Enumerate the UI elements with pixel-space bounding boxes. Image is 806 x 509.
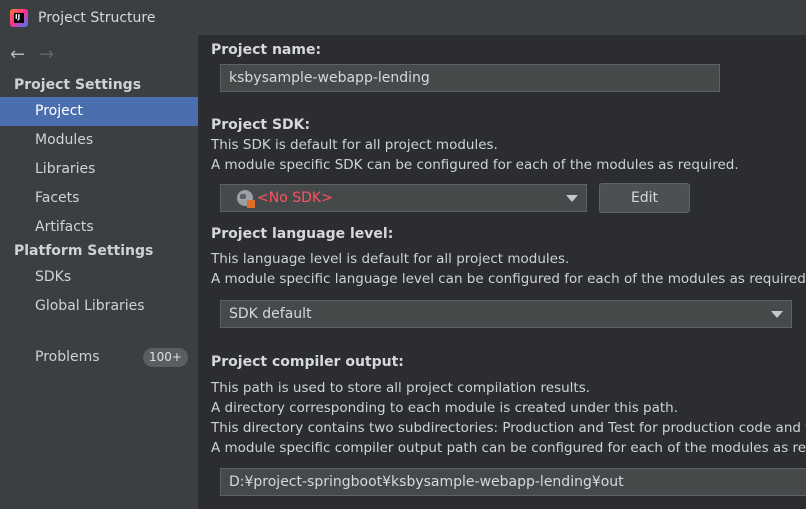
edit-sdk-button[interactable]: Edit bbox=[599, 183, 690, 213]
sidebar-item-global-libraries[interactable]: Global Libraries bbox=[0, 292, 198, 321]
back-arrow-icon[interactable]: ← bbox=[10, 44, 25, 65]
compiler-description-4: A module specific compiler output path c… bbox=[211, 440, 806, 456]
project-name-input[interactable]: ksbysample-webapp-lending bbox=[220, 64, 720, 92]
project-name-value: ksbysample-webapp-lending bbox=[229, 70, 430, 86]
sidebar-item-project[interactable]: Project bbox=[0, 97, 198, 126]
sdk-combobox[interactable]: <No SDK> bbox=[220, 184, 587, 212]
language-level-combobox[interactable]: SDK default bbox=[220, 300, 792, 328]
compiler-output-label: Project compiler output: bbox=[211, 354, 404, 370]
project-sdk-label: Project SDK: bbox=[211, 117, 311, 133]
problems-label: Problems bbox=[35, 349, 100, 365]
language-level-value: SDK default bbox=[229, 306, 312, 322]
compiler-description-2: A directory corresponding to each module… bbox=[211, 400, 679, 416]
compiler-description-1: This path is used to store all project c… bbox=[211, 380, 591, 396]
project-name-label: Project name: bbox=[211, 42, 322, 58]
language-description-1: This language level is default for all p… bbox=[211, 251, 570, 267]
sidebar-item-problems[interactable]: Problems 100+ bbox=[0, 343, 198, 372]
sidebar-item-facets[interactable]: Facets bbox=[0, 184, 198, 213]
edit-button-label: Edit bbox=[630, 190, 659, 206]
group-platform-settings: Platform Settings bbox=[14, 243, 154, 259]
title-bar: IJ Project Structure bbox=[0, 0, 806, 35]
language-level-label: Project language level: bbox=[211, 226, 394, 242]
chevron-down-icon bbox=[566, 195, 578, 202]
sdk-description-2: A module specific SDK can be configured … bbox=[211, 157, 739, 173]
compiler-output-value: D:¥project-springboot¥ksbysample-webapp-… bbox=[229, 474, 624, 490]
history-nav: ← → bbox=[0, 35, 198, 73]
forward-arrow-icon[interactable]: → bbox=[39, 44, 54, 65]
language-description-2: A module specific language level can be … bbox=[211, 271, 806, 287]
globe-icon bbox=[237, 190, 255, 208]
intellij-logo-icon: IJ bbox=[10, 8, 28, 27]
sdk-value: <No SDK> bbox=[257, 190, 333, 206]
window-title: Project Structure bbox=[38, 9, 156, 26]
chevron-down-icon bbox=[771, 311, 783, 318]
sidebar-item-sdks[interactable]: SDKs bbox=[0, 263, 198, 292]
sidebar-item-libraries[interactable]: Libraries bbox=[0, 155, 198, 184]
sidebar-item-modules[interactable]: Modules bbox=[0, 126, 198, 155]
sidebar-item-artifacts[interactable]: Artifacts bbox=[0, 213, 198, 242]
sidebar: ← → Project Settings Project Modules Lib… bbox=[0, 35, 198, 509]
project-settings-panel: Project name: ksbysample-webapp-lending … bbox=[198, 35, 806, 509]
group-project-settings: Project Settings bbox=[14, 77, 142, 93]
compiler-output-input[interactable]: D:¥project-springboot¥ksbysample-webapp-… bbox=[220, 468, 806, 496]
problems-count-badge: 100+ bbox=[143, 348, 188, 367]
compiler-description-3: This directory contains two subdirectori… bbox=[211, 420, 806, 436]
sdk-description-1: This SDK is default for all project modu… bbox=[211, 137, 498, 153]
